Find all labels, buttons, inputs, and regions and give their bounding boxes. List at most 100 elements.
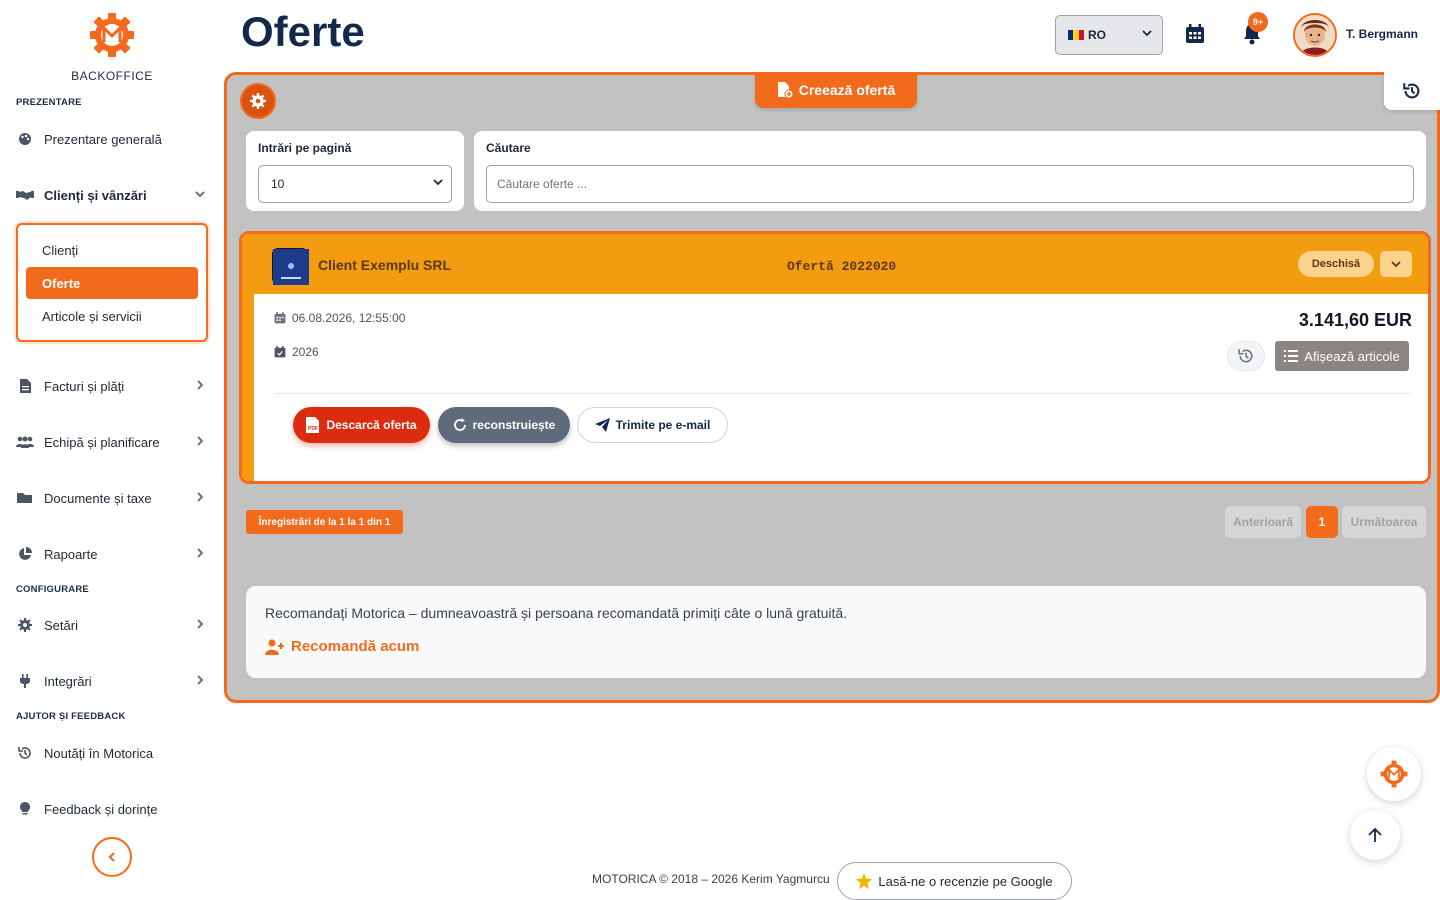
sidebar-item-label: Facturi și plăți <box>44 378 125 394</box>
show-items-label: Afișează articole <box>1304 348 1400 364</box>
motorica-logo-icon <box>1380 760 1408 788</box>
offer-datetime: 06.08.2026, 12:55:00 <box>274 311 405 325</box>
show-items-button[interactable]: Afișează articole <box>1275 341 1409 371</box>
lightbulb-icon <box>16 802 34 816</box>
sidebar-item-news[interactable]: Noutăți în Motorica <box>16 741 208 765</box>
calendar-button[interactable] <box>1183 22 1207 46</box>
chevron-right-icon <box>194 547 206 562</box>
referral-link-label: Recomandă acum <box>291 638 420 655</box>
gear-icon <box>16 618 34 632</box>
section-title-help: AJUTOR ȘI FEEDBACK <box>16 711 126 722</box>
pie-chart-icon <box>16 547 34 561</box>
offer-history-button[interactable] <box>1227 341 1265 371</box>
chevron-right-icon <box>194 435 206 450</box>
chevron-right-icon <box>194 674 206 689</box>
per-page-card: Intrări pe pagină 10 <box>246 131 464 211</box>
file-add-icon <box>777 82 793 98</box>
sidebar-item-documents[interactable]: Documente și taxe <box>16 486 208 510</box>
paper-plane-icon <box>594 418 610 432</box>
referral-link[interactable]: Recomandă acum <box>265 638 419 655</box>
sidebar-item-overview[interactable]: Prezentare generală <box>16 127 208 151</box>
list-icon <box>1284 350 1299 362</box>
table-settings-button[interactable] <box>240 83 276 119</box>
brand-name: BACKOFFICE <box>71 69 153 83</box>
section-title-configuration: CONFIGURARE <box>16 584 89 595</box>
sidebar-item-label: Integrări <box>44 673 92 689</box>
sidebar-item-feedback[interactable]: Feedback și dorințe <box>16 797 208 821</box>
sidebar-item-clients-sales[interactable]: Clienți și vânzări <box>16 183 208 207</box>
per-page-select[interactable]: 10 <box>258 165 452 203</box>
client-name[interactable]: Client Exemplu SRL <box>318 257 451 273</box>
folder-icon <box>16 491 34 505</box>
history-icon <box>1238 349 1253 363</box>
scroll-to-top-button[interactable] <box>1350 810 1400 860</box>
sidebar-item-integrations[interactable]: Integrări <box>16 669 208 693</box>
file-pdf-icon: PDF <box>306 417 320 433</box>
expand-offer-button[interactable] <box>1380 251 1412 277</box>
sidebar-collapse-button[interactable] <box>92 837 132 877</box>
sidebar-item-label: Noutăți în Motorica <box>44 745 154 761</box>
language-select[interactable]: RO <box>1055 15 1163 55</box>
sidebar-item-label: Documente și taxe <box>44 490 152 506</box>
notification-count-badge: 9+ <box>1248 12 1268 32</box>
download-offer-button[interactable]: PDF Descarcă oferta <box>293 407 430 443</box>
sidebar-item-settings[interactable]: Setări <box>16 613 208 637</box>
section-title-presentation: PREZENTARE <box>16 97 82 108</box>
referral-card: Recomandați Motorica – dumneavoastră și … <box>246 586 1426 678</box>
handshake-icon <box>16 188 34 202</box>
pagination-next-button[interactable]: Următoarea <box>1342 506 1426 538</box>
sidebar-item-label: Echipă și planificare <box>44 434 160 450</box>
user-name[interactable]: T. Bergmann <box>1346 27 1418 41</box>
per-page-label: Intrări pe pagină <box>258 141 352 155</box>
create-offer-button[interactable]: Creează ofertă <box>755 72 917 108</box>
plug-icon <box>16 674 34 688</box>
language-value: RO <box>1088 28 1106 42</box>
google-review-button[interactable]: Lasă-ne o recenzie pe Google <box>837 862 1072 900</box>
chevron-down-icon <box>1142 28 1152 41</box>
main-panel: Creează ofertă Intrări pe pagină 10 Căut… <box>224 72 1440 703</box>
offer-year: 2026 <box>274 345 319 359</box>
submenu-item-clients[interactable]: Clienți <box>26 234 198 266</box>
offer-amount: 3.141,60 EUR <box>1298 310 1412 330</box>
sidebar-item-invoices[interactable]: Facturi și plăți <box>16 374 208 398</box>
search-label: Căutare <box>486 141 531 155</box>
submenu-item-articles[interactable]: Articole și servicii <box>26 300 198 332</box>
pagination-page-button[interactable]: 1 <box>1306 506 1338 538</box>
footer-copyright: MOTORICA © 2018 – 2026 Kerim Yagmurcu <box>592 872 830 886</box>
page-title: Oferte <box>241 8 365 55</box>
search-input[interactable] <box>486 165 1414 203</box>
offer-accent-bar <box>242 294 254 481</box>
google-review-label: Lasă-ne o recenzie pe Google <box>878 873 1053 889</box>
send-email-button[interactable]: Trimite pe e-mail <box>577 407 728 443</box>
per-page-value: 10 <box>271 177 285 191</box>
users-icon <box>16 435 34 449</box>
offer-number: Ofertă 2022020 <box>787 259 897 274</box>
send-email-label: Trimite pe e-mail <box>615 418 711 432</box>
sidebar-item-reports[interactable]: Rapoarte <box>16 542 208 566</box>
chevron-down-icon <box>1391 261 1401 268</box>
pagination-prev-button[interactable]: Anterioară <box>1225 506 1301 538</box>
calendar-icon <box>274 312 286 324</box>
submenu-item-offers[interactable]: Oferte <box>26 267 198 299</box>
status-badge: Deschisă <box>1298 251 1374 277</box>
chevron-down-icon <box>194 188 206 203</box>
motorica-assistant-button[interactable] <box>1367 747 1421 801</box>
sidebar-item-team[interactable]: Echipă și planificare <box>16 430 208 454</box>
sidebar-item-label: Clienți și vânzări <box>44 187 147 203</box>
refresh-icon <box>453 418 466 431</box>
romania-flag-icon <box>1068 30 1084 40</box>
gear-icon <box>250 93 266 109</box>
chevron-right-icon <box>194 618 206 633</box>
sidebar-item-label: Prezentare generală <box>44 131 162 147</box>
brand-logo[interactable]: BACKOFFICE <box>70 12 154 83</box>
sidebar: BACKOFFICE PREZENTARE Prezentare general… <box>0 0 224 900</box>
arrow-up-icon <box>1368 827 1382 842</box>
user-plus-icon <box>265 639 284 655</box>
referral-text: Recomandați Motorica – dumneavoastră și … <box>265 605 848 621</box>
offer-datetime-value: 06.08.2026, 12:55:00 <box>292 311 406 325</box>
offer-year-value: 2026 <box>292 345 319 359</box>
history-button[interactable] <box>1384 72 1440 110</box>
rebuild-button[interactable]: reconstruiește <box>438 407 570 443</box>
download-offer-label: Descarcă oferta <box>326 418 417 432</box>
user-avatar[interactable] <box>1293 13 1337 57</box>
